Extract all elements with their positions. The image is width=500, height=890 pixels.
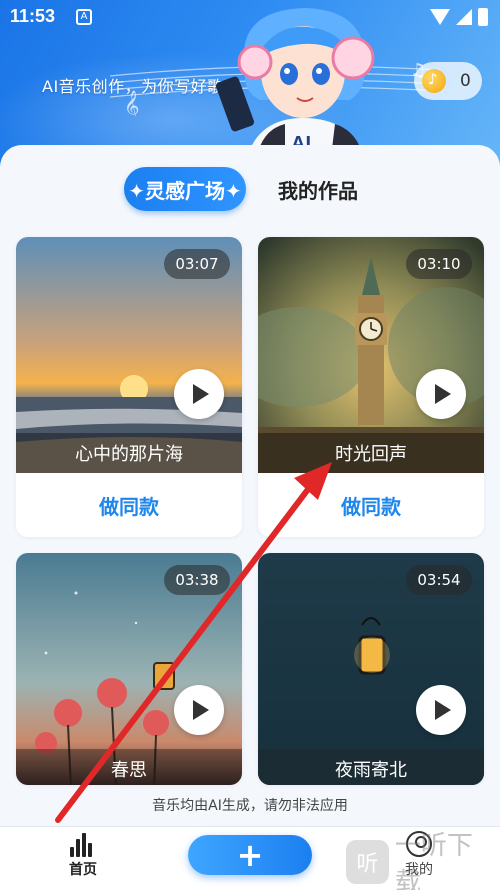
- tab-bar: ✦灵感广场✦ 我的作品: [0, 167, 500, 213]
- notification-icon: A: [76, 9, 92, 25]
- signal-icon: [456, 9, 472, 25]
- ai-disclaimer: 音乐均由AI生成，请勿非法应用: [152, 798, 348, 814]
- create-song-button[interactable]: +: [188, 835, 312, 875]
- equalizer-icon: [70, 833, 96, 857]
- status-icons: [430, 8, 488, 26]
- header-slogan: AI音乐创作，为你写好歌: [42, 77, 224, 96]
- tab-my-works[interactable]: 我的作品: [278, 175, 358, 204]
- main-panel: ✦灵感广场✦ 我的作品 03:07 心中的那片海 做同款 03:10 时光回声 …: [0, 145, 500, 835]
- duration-badge: 03:38: [164, 565, 230, 595]
- music-coin-icon: [422, 69, 446, 93]
- duration-badge: 03:10: [406, 249, 472, 279]
- song-card[interactable]: 03:54 夜雨寄北: [258, 553, 484, 785]
- song-title: 心中的那片海: [16, 433, 242, 473]
- play-icon[interactable]: [416, 685, 466, 735]
- duration-badge: 03:07: [164, 249, 230, 279]
- song-title: 夜雨寄北: [258, 749, 484, 785]
- nav-home-label: 首页: [69, 862, 97, 878]
- coin-count: 0: [460, 71, 471, 91]
- ai-girl-mascot: AI: [215, 8, 375, 165]
- play-icon[interactable]: [174, 369, 224, 419]
- battery-icon: [478, 8, 488, 26]
- duration-badge: 03:54: [406, 565, 472, 595]
- play-icon[interactable]: [174, 685, 224, 735]
- make-same-button[interactable]: 做同款: [16, 473, 242, 537]
- play-icon[interactable]: [416, 369, 466, 419]
- nav-home[interactable]: 首页: [58, 831, 108, 887]
- song-title: 时光回声: [258, 433, 484, 473]
- song-card[interactable]: 03:38 春思: [16, 553, 242, 785]
- tab-inspiration-plaza[interactable]: ✦灵感广场✦: [124, 167, 246, 211]
- coin-balance[interactable]: 0: [414, 62, 482, 100]
- make-same-button[interactable]: 做同款: [258, 473, 484, 537]
- wifi-icon: [430, 9, 450, 25]
- plus-icon: +: [236, 836, 264, 874]
- song-card[interactable]: 03:10 时光回声 做同款: [258, 237, 484, 537]
- song-title: 春思: [16, 749, 242, 785]
- watermark: 听 一听下载: [346, 831, 496, 890]
- watermark-text: 一听下载: [394, 831, 473, 890]
- status-time: 11:53: [10, 6, 56, 26]
- song-card[interactable]: 03:07 心中的那片海 做同款: [16, 237, 242, 537]
- watermark-logo: 听: [346, 840, 389, 884]
